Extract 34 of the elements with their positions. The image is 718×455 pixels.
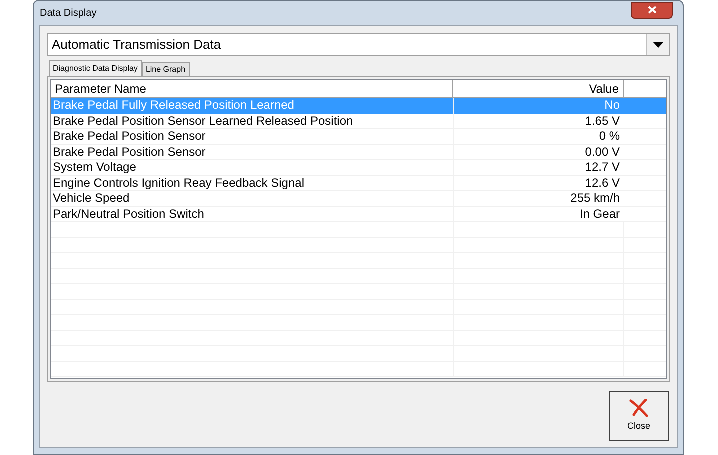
table-cell: 12.6 V — [453, 176, 624, 190]
column-header[interactable]: Parameter Name — [51, 80, 453, 97]
table-cell-text: System Voltage — [52, 160, 138, 174]
dropdown[interactable]: Automatic Transmission Data — [47, 33, 670, 56]
table-cell: 255 km/h — [453, 191, 624, 206]
tab[interactable]: Line Graph — [142, 62, 190, 76]
table-cell: In Gear — [453, 206, 624, 221]
table-cell: 0 % — [453, 129, 624, 144]
table-cell-text: Engine Controls Ignition Reay Feedback Signal — [52, 176, 306, 190]
close-window-button[interactable] — [631, 2, 673, 18]
table-cell-text: Brake Pedal Fully Released Position Learned — [52, 98, 296, 114]
table-row[interactable]: System Voltage 12.7 V — [51, 160, 666, 176]
table-row[interactable]: Park/Neutral Position Switch In Gear — [51, 206, 666, 222]
table-cell-text: Park/Neutral Position Switch — [52, 206, 206, 221]
table-cell: No — [453, 98, 624, 114]
table-cell-text: Brake Pedal Position Sensor — [52, 129, 207, 144]
close-icon — [648, 6, 656, 14]
table-row[interactable]: Brake Pedal Position Sensor Learned Released Position 1.65 V — [51, 114, 666, 129]
tab[interactable]: Diagnostic Data Display — [49, 60, 142, 76]
table-cell-text: Brake Pedal Position Sensor Learned Released Position — [52, 114, 354, 128]
column-header[interactable]: Value — [453, 80, 624, 97]
table-cell: 0.00 V — [453, 144, 624, 159]
table-row[interactable]: Vehicle Speed 255 km/h — [51, 191, 666, 206]
table-cell: 12.7 V — [453, 160, 624, 174]
table-row[interactable]: Brake Pedal Position Sensor 0.00 V — [51, 144, 666, 160]
table-row[interactable]: Brake Pedal Position Sensor 0 % — [51, 129, 666, 144]
table-cell-text: Vehicle Speed — [52, 191, 131, 206]
dropdown-arrow-icon — [652, 42, 664, 48]
close-icon — [629, 398, 649, 417]
close-button[interactable]: Close — [609, 391, 669, 441]
table-cell: 1.65 V — [453, 114, 624, 128]
table-cell-text: Brake Pedal Position Sensor — [52, 144, 207, 159]
table-row[interactable]: Engine Controls Ignition Reay Feedback Signal 12.6 V — [51, 176, 666, 191]
window-title: Data Display — [40, 6, 97, 20]
